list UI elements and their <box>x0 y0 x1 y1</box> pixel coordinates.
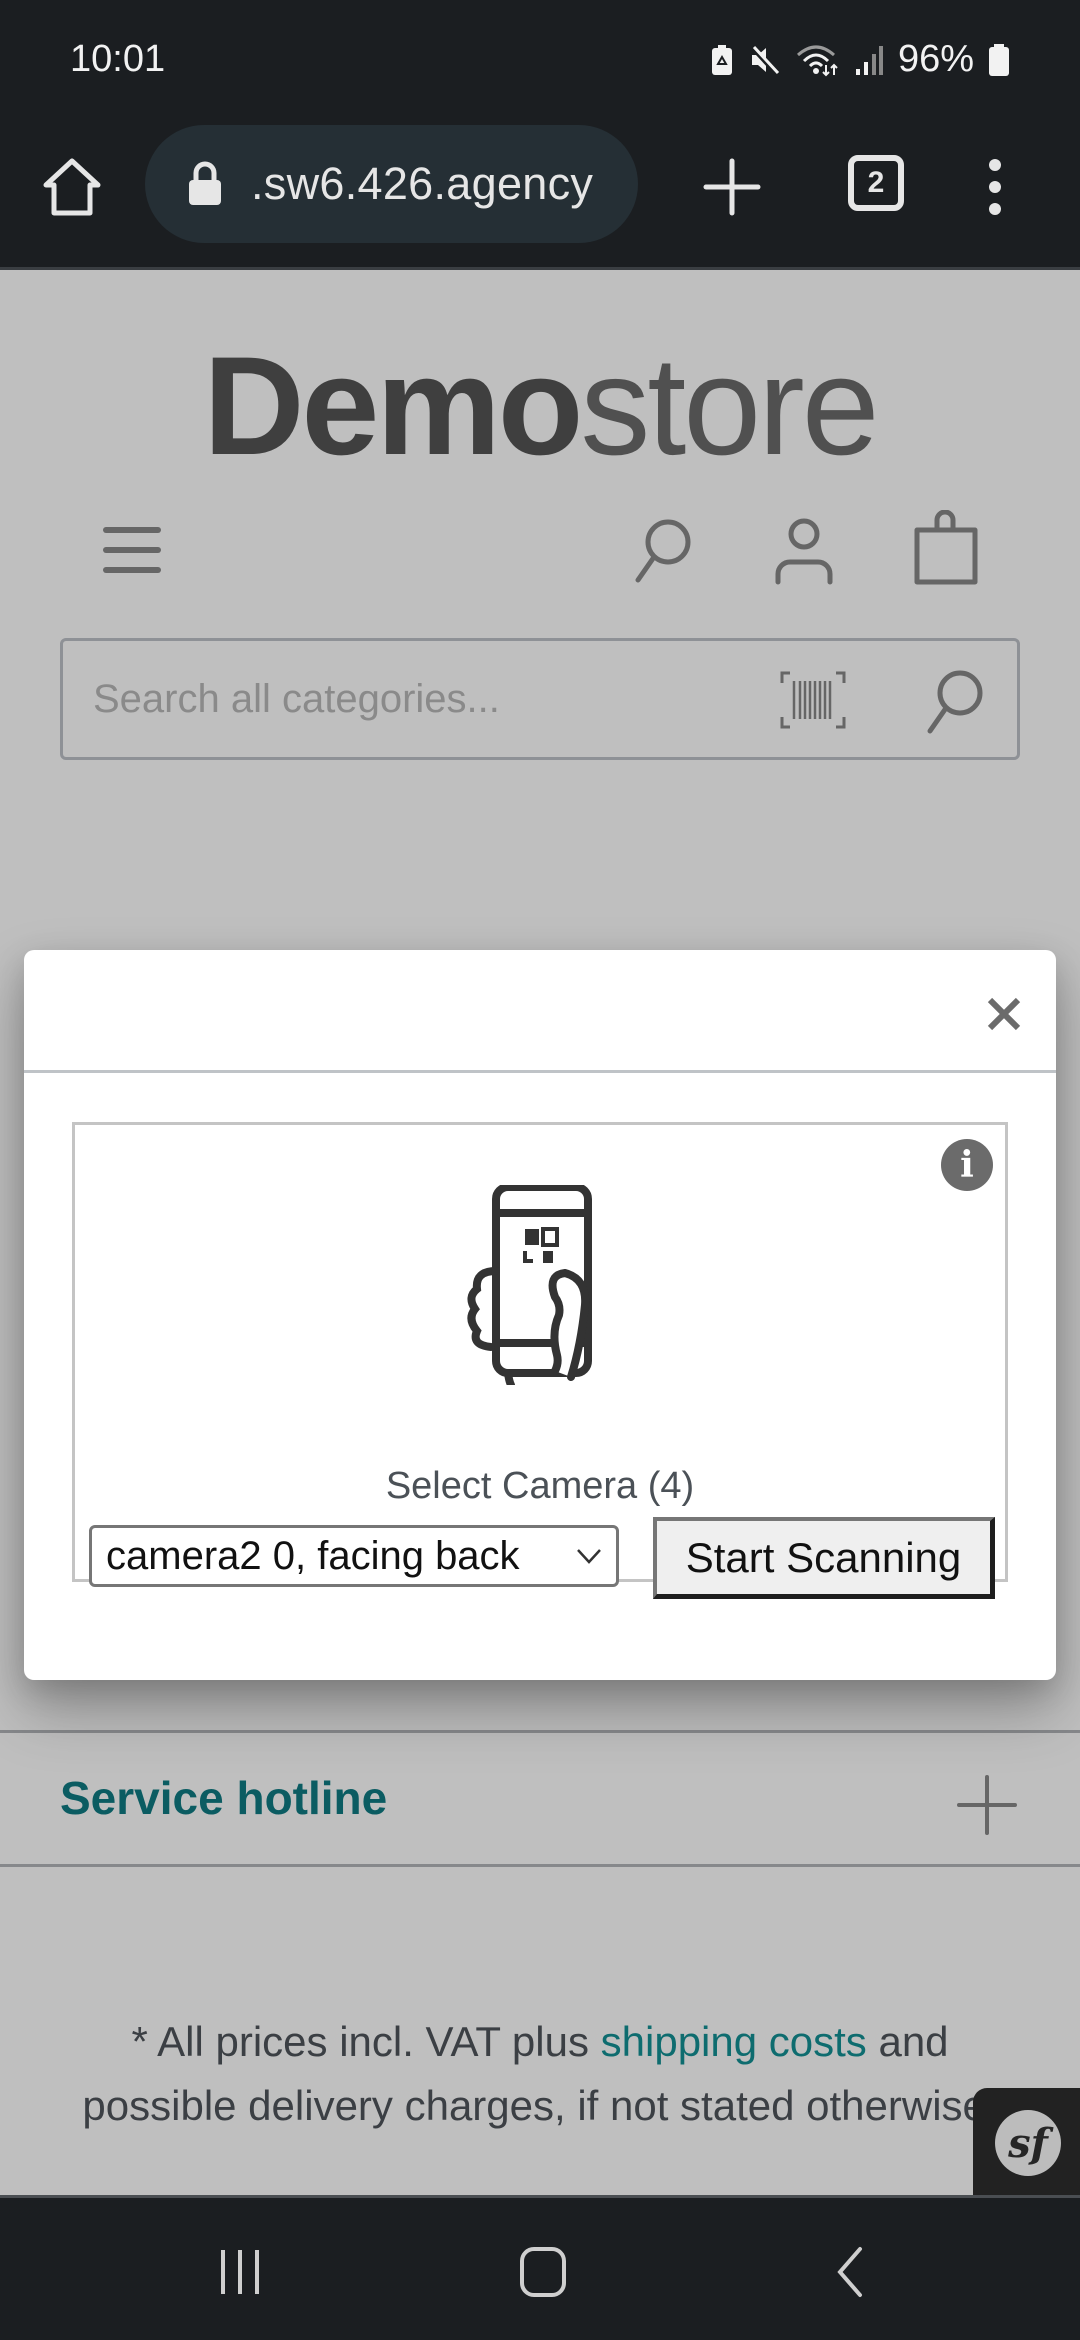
camera-select[interactable]: camera2 0, facing back <box>89 1525 619 1587</box>
menu-icon[interactable] <box>980 155 1010 219</box>
camera-select-value: camera2 0, facing back <box>106 1533 520 1578</box>
search-submit-icon[interactable] <box>918 665 988 735</box>
status-bar: 10:01 96% <box>0 0 1080 125</box>
modal-header <box>24 950 1056 1073</box>
expand-plus-icon[interactable] <box>955 1773 1019 1837</box>
symfony-debug-toolbar[interactable]: sf <box>973 2088 1080 2195</box>
browser-toolbar: .sw6.426.agency 2 <box>0 125 1080 270</box>
scanner-region: i Select Camera (4) camera2 0, facing ba… <box>72 1122 1008 1599</box>
system-navigation-bar <box>0 2195 1080 2340</box>
store-logo[interactable]: Demostore <box>0 325 1080 487</box>
barcode-scanner-icon[interactable] <box>778 669 848 731</box>
service-hotline-accordion[interactable]: Service hotline <box>0 1730 1080 1867</box>
barcode-scanner-modal: i Select Camera (4) camera2 0, facing ba… <box>24 950 1056 1680</box>
new-tab-icon[interactable] <box>700 155 764 219</box>
home-icon[interactable] <box>40 155 104 219</box>
wifi-icon <box>796 45 838 76</box>
lock-icon <box>189 161 221 205</box>
recent-apps-icon[interactable] <box>215 2246 265 2298</box>
account-icon[interactable] <box>764 510 844 590</box>
battery-icon <box>989 43 1009 76</box>
address-bar[interactable]: .sw6.426.agency <box>145 125 638 243</box>
phone-scan-illustration <box>467 1185 592 1385</box>
tab-count: 2 <box>867 166 885 199</box>
mute-icon <box>750 44 780 77</box>
back-icon[interactable] <box>830 2246 870 2298</box>
url-text[interactable]: .sw6.426.agency <box>251 158 593 210</box>
symfony-icon: sf <box>995 2110 1061 2176</box>
shipping-costs-link[interactable]: shipping costs <box>601 2018 867 2065</box>
price-footnote: * All prices incl. VAT plus shipping cos… <box>80 2010 1000 2138</box>
search-icon[interactable] <box>622 510 702 590</box>
search-input[interactable]: Search all categories... <box>60 638 1020 760</box>
chevron-down-icon <box>577 1549 601 1564</box>
hamburger-menu-icon[interactable] <box>92 510 172 590</box>
status-icons: 96% <box>710 38 1010 81</box>
header-nav <box>0 510 1080 600</box>
search-placeholder: Search all categories... <box>93 677 500 721</box>
accordion-title: Service hotline <box>60 1772 388 1824</box>
logo-bold: Demo <box>203 327 583 484</box>
logo-light: store <box>580 327 879 484</box>
home-nav-icon[interactable] <box>518 2246 568 2298</box>
cart-icon[interactable] <box>907 510 987 590</box>
footnote-prefix: * All prices incl. VAT plus <box>131 2018 601 2065</box>
battery-percent: 96% <box>897 38 974 80</box>
start-scanning-button[interactable]: Start Scanning <box>653 1517 995 1599</box>
tabs-button[interactable]: 2 <box>848 155 904 211</box>
close-icon[interactable] <box>984 994 1024 1034</box>
status-time: 10:01 <box>70 38 166 80</box>
battery-saver-icon <box>711 44 732 75</box>
signal-icon <box>855 45 883 75</box>
select-camera-label: Select Camera (4) <box>385 1465 695 1507</box>
info-icon[interactable]: i <box>941 1139 993 1191</box>
